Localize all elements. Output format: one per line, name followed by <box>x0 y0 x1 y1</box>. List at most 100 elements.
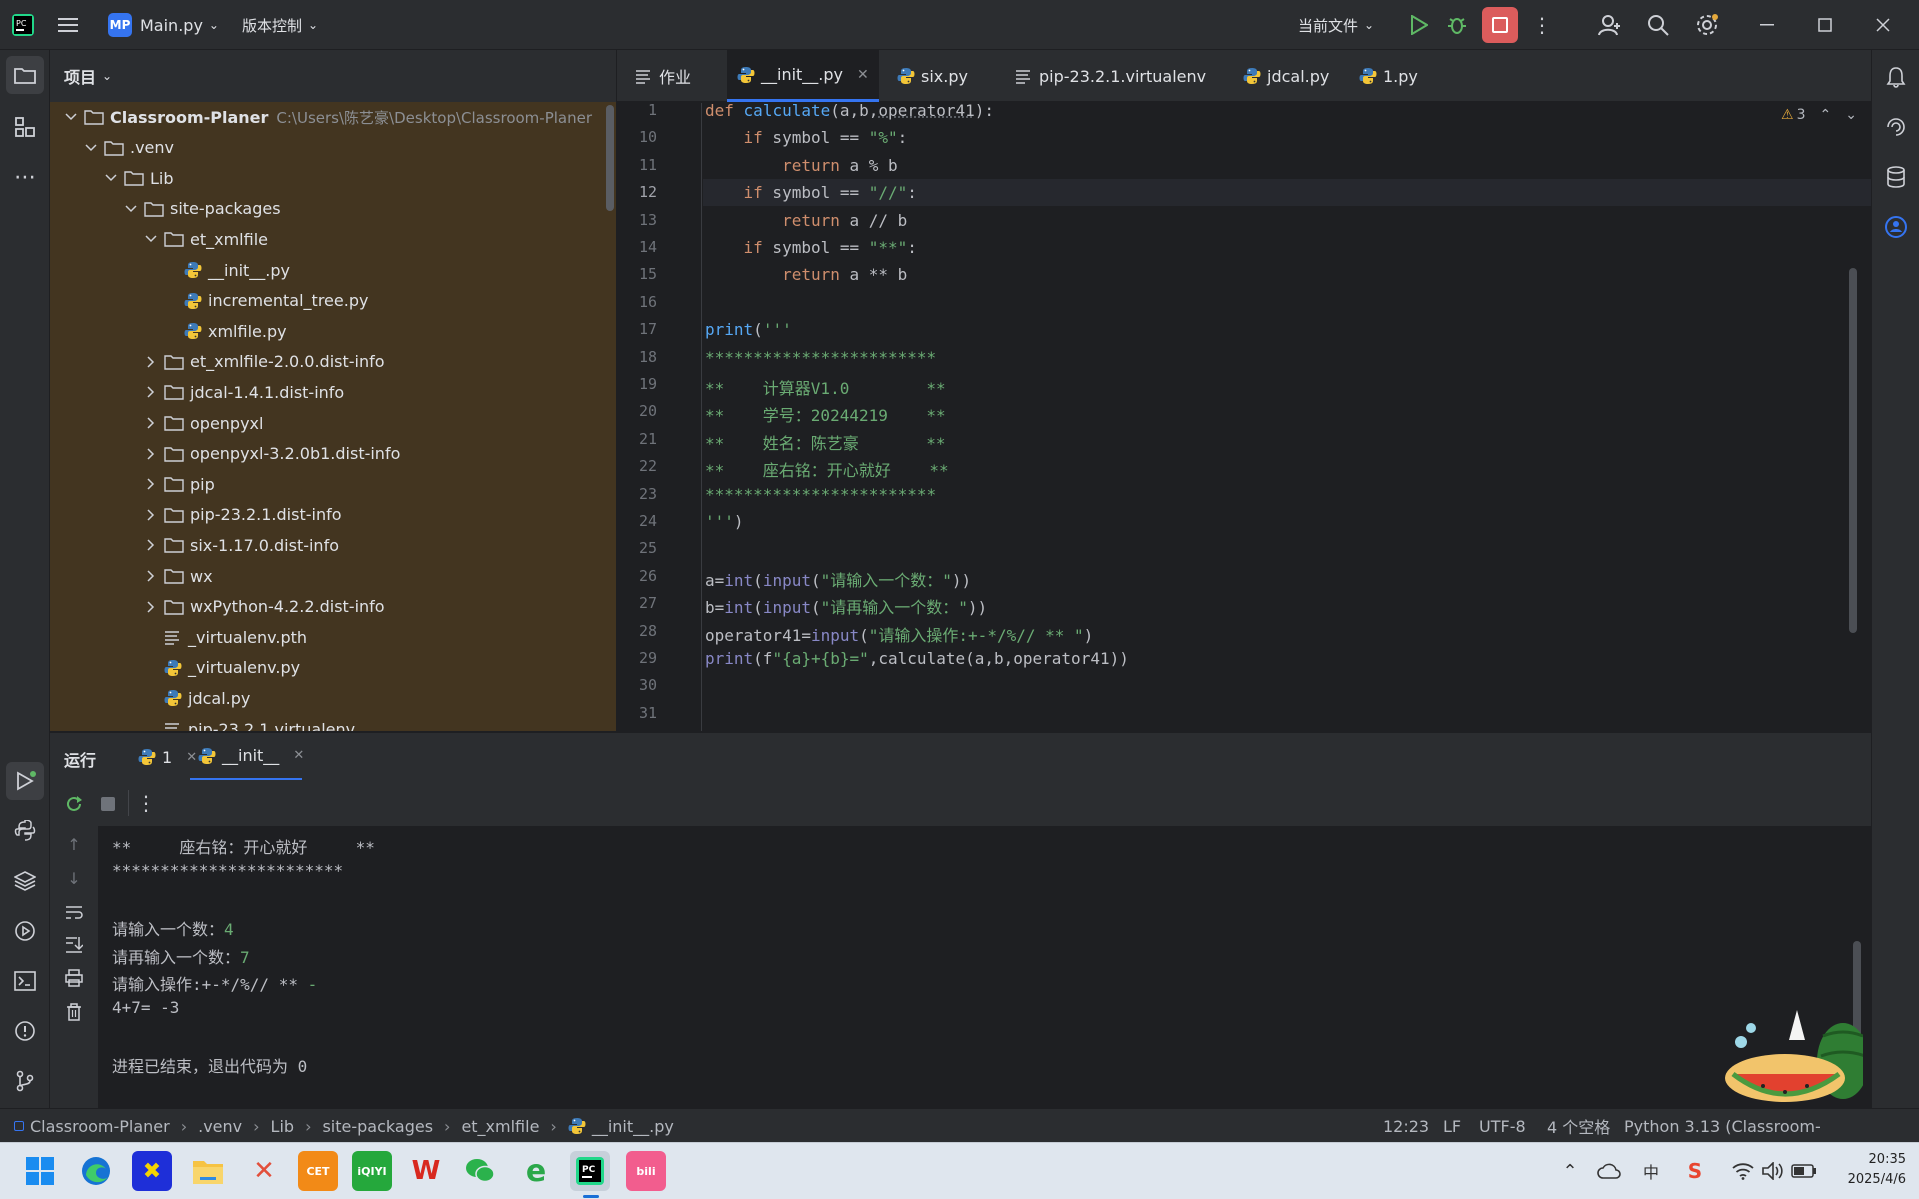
code-editor[interactable]: 1 10 11 12 13 14 15 16 17 18 19 20 21 22 23 24 25 26 27 28 2… <box>617 103 1871 731</box>
tree-item[interactable]: pip <box>142 469 215 499</box>
editor-tab[interactable]: six.py <box>887 50 997 102</box>
structure-icon[interactable] <box>6 108 44 146</box>
tree-item[interactable]: _virtualenv.py <box>142 653 300 683</box>
windows-start-icon[interactable] <box>20 1151 60 1191</box>
tree-item[interactable]: openpyxl-3.2.0b1.dist-info <box>142 439 400 469</box>
notifications-bell-icon[interactable] <box>1877 58 1915 96</box>
tree-item[interactable]: et_xmlfile-2.0.0.dist-info <box>142 347 385 377</box>
maximize-button[interactable] <box>1808 0 1842 50</box>
breadcrumb[interactable]: Classroom-Planer › .venv › Lib › site-packages… <box>14 1109 674 1143</box>
ie-browser-icon[interactable]: e <box>516 1151 556 1191</box>
services-icon[interactable] <box>6 912 44 950</box>
tree-item[interactable]: Classroom-Planer C:\Users\陈艺豪\Desktop\Cla… <box>62 102 592 132</box>
settings-gear-icon[interactable] <box>1690 0 1724 50</box>
file-explorer-icon[interactable] <box>188 1151 228 1191</box>
chevron-right-icon[interactable] <box>142 353 160 371</box>
chevron-down-icon[interactable] <box>62 108 80 126</box>
breadcrumb-item[interactable]: et_xmlfile <box>461 1117 539 1136</box>
edge-browser-icon[interactable] <box>76 1151 116 1191</box>
project-selector[interactable]: MP Main.py ⌄ <box>108 0 219 50</box>
wifi-icon[interactable] <box>1730 1157 1756 1185</box>
chevron-down-icon[interactable] <box>122 200 140 218</box>
iqiyi-icon[interactable]: iQIYI <box>352 1151 392 1191</box>
scroll-to-end-icon[interactable] <box>62 932 86 956</box>
chevron-right-icon[interactable] <box>142 506 160 524</box>
line-ending[interactable]: LF <box>1443 1109 1461 1143</box>
tree-item[interactable]: site-packages <box>122 194 281 224</box>
tree-item[interactable]: _virtualenv.pth <box>142 622 307 652</box>
print-icon[interactable] <box>62 966 86 990</box>
wechat-icon[interactable] <box>460 1151 500 1191</box>
add-user-icon[interactable] <box>1594 0 1626 50</box>
run-config-selector[interactable]: 当前文件 ⌄ <box>1298 0 1374 50</box>
tree-item[interactable]: xmlfile.py <box>162 316 287 346</box>
breadcrumb-item[interactable]: Classroom-Planer <box>30 1117 170 1136</box>
main-menu-icon[interactable] <box>58 0 86 50</box>
breadcrumb-item[interactable]: __init__.py <box>592 1117 674 1136</box>
breadcrumb-item[interactable]: .venv <box>198 1117 242 1136</box>
tree-item[interactable]: jdcal-1.4.1.dist-info <box>142 377 344 407</box>
tree-item[interactable]: __init__.py <box>162 255 290 285</box>
ime-indicator[interactable]: 中 <box>1638 1157 1664 1185</box>
stop-process-icon[interactable] <box>96 792 120 816</box>
tree-item[interactable]: Lib <box>102 163 174 193</box>
stop-button[interactable] <box>1482 0 1518 50</box>
tree-item[interactable]: .venv <box>82 133 174 163</box>
cloud-sync-icon[interactable] <box>1596 1157 1622 1185</box>
battery-icon[interactable] <box>1790 1157 1818 1185</box>
editor-tab[interactable]: 作业 <box>625 50 715 102</box>
taskbar-clock[interactable]: 20:35 2025/4/6 <box>1826 1150 1906 1190</box>
tree-item[interactable]: six-1.17.0.dist-info <box>142 530 339 560</box>
editor-scrollbar[interactable] <box>1849 268 1857 633</box>
pycharm-taskbar-icon[interactable]: PC <box>570 1151 610 1191</box>
chevron-down-icon[interactable] <box>82 139 100 157</box>
wps-office-icon[interactable]: W <box>406 1151 446 1191</box>
minimize-button[interactable] <box>1750 0 1784 50</box>
bilibili-icon[interactable]: bili <box>626 1151 666 1191</box>
breadcrumb-item[interactable]: site-packages <box>322 1117 433 1136</box>
caret-position[interactable]: 12:23 <box>1383 1109 1429 1143</box>
breadcrumb-item[interactable]: Lib <box>271 1117 295 1136</box>
ai-assistant-icon[interactable] <box>1877 108 1915 146</box>
run-tool-icon[interactable] <box>6 762 44 800</box>
vcs-menu[interactable]: 版本控制 ⌄ <box>242 0 318 50</box>
tree-item[interactable]: et_xmlfile <box>142 224 268 254</box>
chevron-right-icon[interactable] <box>142 475 160 493</box>
soft-wrap-icon[interactable] <box>62 900 86 924</box>
chevron-right-icon[interactable] <box>142 445 160 463</box>
more-tools-icon[interactable]: ⋯ <box>6 158 44 196</box>
arrow-down-icon[interactable]: ↓ <box>62 866 86 890</box>
pycharm-logo-icon[interactable]: PC <box>12 0 38 50</box>
chevron-down-icon[interactable]: ⌄ <box>1845 107 1857 123</box>
close-window-button[interactable] <box>1866 0 1900 50</box>
tree-item[interactable]: wx <box>142 561 213 591</box>
git-branch-icon[interactable] <box>6 1062 44 1100</box>
chevron-right-icon[interactable] <box>142 536 160 554</box>
inspection-widget[interactable]: ⚠ 3 ⌃ ⌄ <box>1781 107 1857 123</box>
database-icon[interactable] <box>1877 158 1915 196</box>
search-icon[interactable] <box>1642 0 1674 50</box>
sogou-input-icon[interactable]: S <box>1682 1157 1708 1185</box>
editor-tab[interactable]: __init__.py ✕ <box>727 50 879 102</box>
editor-tab[interactable]: pip-23.2.1.virtualenv <box>1005 50 1225 102</box>
tree-item[interactable]: jdcal.py <box>142 683 250 713</box>
project-tree[interactable]: Classroom-Planer C:\Users\陈艺豪\Desktop\Cla… <box>50 102 606 731</box>
project-tool-folder-icon[interactable] <box>6 56 44 94</box>
chevron-down-icon[interactable] <box>102 169 120 187</box>
trash-icon[interactable] <box>62 1000 86 1024</box>
debug-button[interactable] <box>1440 0 1474 50</box>
tree-item[interactable]: pip-23.2.1.dist-info <box>142 500 342 530</box>
problems-icon[interactable] <box>6 1012 44 1050</box>
run-button[interactable] <box>1402 0 1436 50</box>
cet-app-icon[interactable]: CET <box>298 1151 338 1191</box>
tree-item[interactable]: openpyxl <box>142 408 263 438</box>
arrow-up-icon[interactable]: ↑ <box>62 832 86 856</box>
terminal-icon[interactable] <box>6 962 44 1000</box>
chevron-right-icon[interactable] <box>142 383 160 401</box>
chevron-up-icon[interactable]: ⌃ <box>1558 1157 1582 1185</box>
app-tools-icon[interactable]: ✕ <box>244 1151 284 1191</box>
run-console[interactable]: ** 座右铭：开心就好 ** ************************ 请输… <box>98 826 1871 1108</box>
volume-icon[interactable] <box>1760 1157 1786 1185</box>
app-x-icon[interactable]: ✖ <box>132 1151 172 1191</box>
rerun-icon[interactable] <box>62 792 86 816</box>
